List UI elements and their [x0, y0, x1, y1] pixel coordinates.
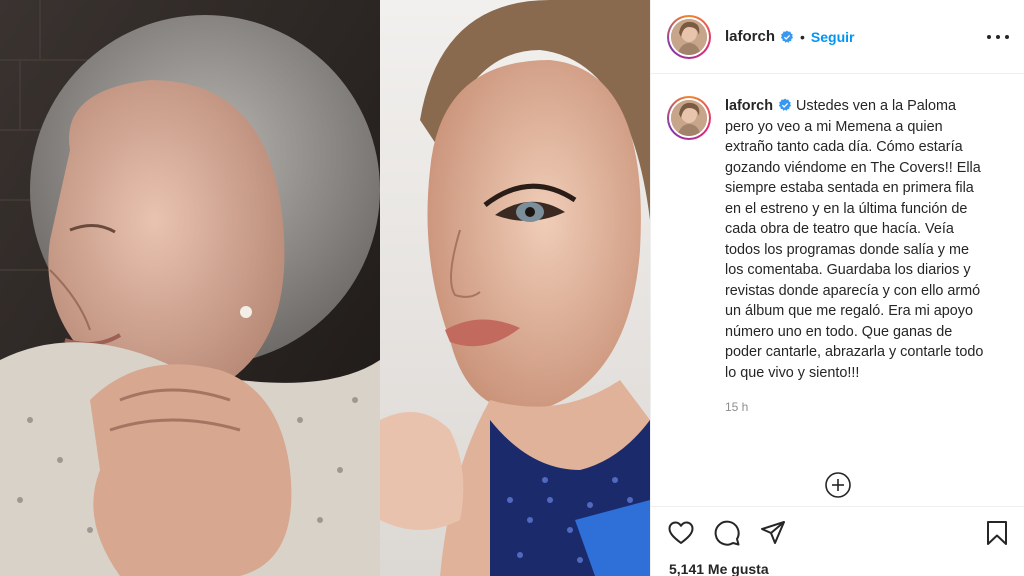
likes-count[interactable]: 5,141 Me gusta — [669, 561, 769, 576]
post-caption: laforch Ustedes ven a la Paloma pero yo … — [667, 96, 1017, 418]
caption-username[interactable]: laforch — [725, 98, 773, 114]
post-photo[interactable] — [0, 0, 650, 576]
left-photo-elderly-woman — [0, 0, 380, 576]
plus-circle-icon[interactable] — [824, 471, 852, 499]
share-icon[interactable] — [759, 519, 787, 547]
post-actions-bar: 5,141 Me gusta — [651, 506, 1024, 576]
verified-badge-icon — [780, 30, 794, 43]
caption-body: Ustedes ven a la Paloma pero yo veo a mi… — [725, 98, 984, 381]
avatar[interactable] — [667, 14, 711, 59]
caption-avatar[interactable] — [667, 96, 711, 140]
follow-button[interactable]: Seguir — [811, 29, 855, 45]
post-header: laforch • Seguir — [651, 0, 1024, 74]
post-timestamp[interactable]: 15 h — [725, 397, 985, 418]
header-username[interactable]: laforch — [725, 28, 775, 45]
header-separator: • — [800, 28, 805, 45]
caption-text-block: laforch Ustedes ven a la Paloma pero yo … — [725, 96, 985, 418]
post-side-panel: laforch • Seguir laforch Ustedes ven a l… — [650, 0, 1024, 576]
bookmark-icon[interactable] — [983, 519, 1011, 547]
more-options-icon[interactable] — [987, 27, 1009, 47]
comment-icon[interactable] — [713, 519, 741, 547]
right-photo-stage-woman — [380, 0, 650, 576]
heart-icon[interactable] — [667, 519, 695, 547]
verified-badge-icon — [778, 98, 791, 111]
